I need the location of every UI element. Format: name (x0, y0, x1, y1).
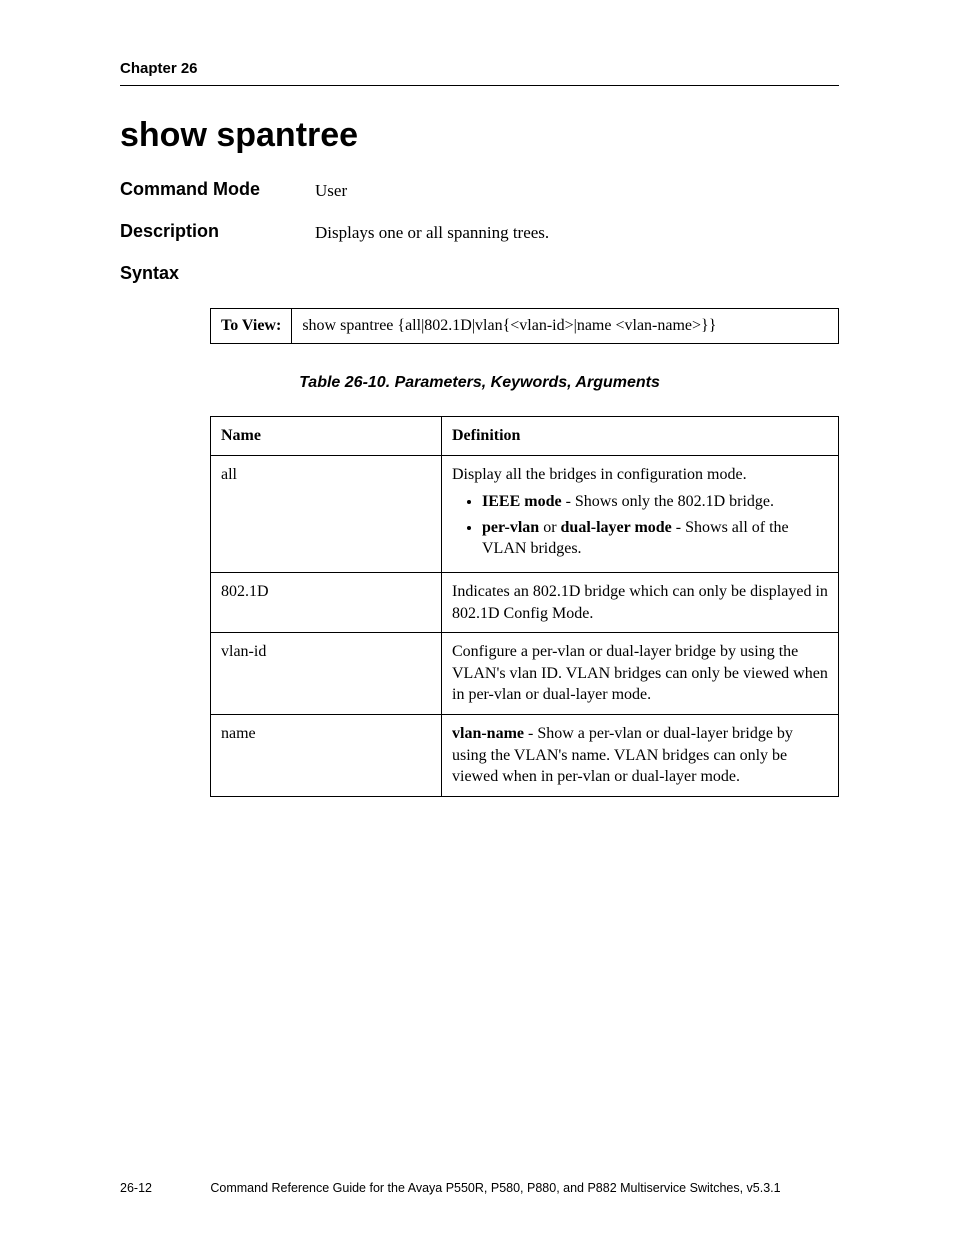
param-header-definition: Definition (442, 417, 839, 456)
page-container: Chapter 26 show spantree Command Mode Us… (0, 0, 954, 1235)
header-rule (120, 85, 839, 86)
plain-text: or (539, 519, 560, 536)
running-header: Chapter 26 (120, 60, 839, 77)
command-mode-value: User (315, 179, 347, 201)
description-row: Description Displays one or all spanning… (120, 221, 839, 243)
command-title: show spantree (120, 116, 839, 155)
param-row-all: all Display all the bridges in configura… (211, 455, 839, 572)
bold-text: IEEE mode (482, 493, 562, 510)
footer-page-number: 26-12 (120, 1181, 152, 1195)
param-name: vlan-id (211, 633, 442, 715)
def-bullet: IEEE mode - Shows only the 802.1D bridge… (482, 491, 828, 513)
param-definition: vlan-name - Show a per-vlan or dual-laye… (442, 714, 839, 796)
param-row-name: name vlan-name - Show a per-vlan or dual… (211, 714, 839, 796)
def-lead: Display all the bridges in configuration… (452, 466, 747, 483)
syntax-row-value: show spantree {all|802.1D|vlan{<vlan-id>… (292, 309, 839, 344)
param-definition: Display all the bridges in configuration… (442, 455, 839, 572)
command-mode-label: Command Mode (120, 179, 315, 201)
description-label: Description (120, 221, 315, 243)
syntax-row-label: To View: (211, 309, 292, 344)
page-footer: 26-12 Command Reference Guide for the Av… (120, 1181, 839, 1195)
command-mode-row: Command Mode User (120, 179, 839, 201)
plain-text: - Shows only the 802.1D bridge. (562, 493, 774, 510)
param-row-vlanid: vlan-id Configure a per-vlan or dual-lay… (211, 633, 839, 715)
param-name: name (211, 714, 442, 796)
param-row-8021d: 802.1D Indicates an 802.1D bridge which … (211, 572, 839, 632)
param-table: Name Definition all Display all the brid… (210, 416, 839, 797)
param-header-row: Name Definition (211, 417, 839, 456)
param-definition: Indicates an 802.1D bridge which can onl… (442, 572, 839, 632)
syntax-heading: Syntax (120, 263, 839, 284)
description-value: Displays one or all spanning trees. (315, 221, 549, 243)
syntax-row: To View: show spantree {all|802.1D|vlan{… (211, 309, 839, 344)
param-definition: Configure a per-vlan or dual-layer bridg… (442, 633, 839, 715)
def-bullet: per-vlan or dual-layer mode - Shows all … (482, 517, 828, 560)
param-name: 802.1D (211, 572, 442, 632)
bold-text: vlan-name (452, 725, 524, 742)
def-bullets: IEEE mode - Shows only the 802.1D bridge… (452, 491, 828, 560)
syntax-table: To View: show spantree {all|802.1D|vlan{… (210, 308, 839, 344)
param-table-caption: Table 26-10. Parameters, Keywords, Argum… (120, 374, 839, 392)
footer-title: Command Reference Guide for the Avaya P5… (152, 1181, 839, 1195)
param-name: all (211, 455, 442, 572)
bold-text: per-vlan (482, 519, 539, 536)
bold-text: dual-layer mode (561, 519, 672, 536)
param-header-name: Name (211, 417, 442, 456)
